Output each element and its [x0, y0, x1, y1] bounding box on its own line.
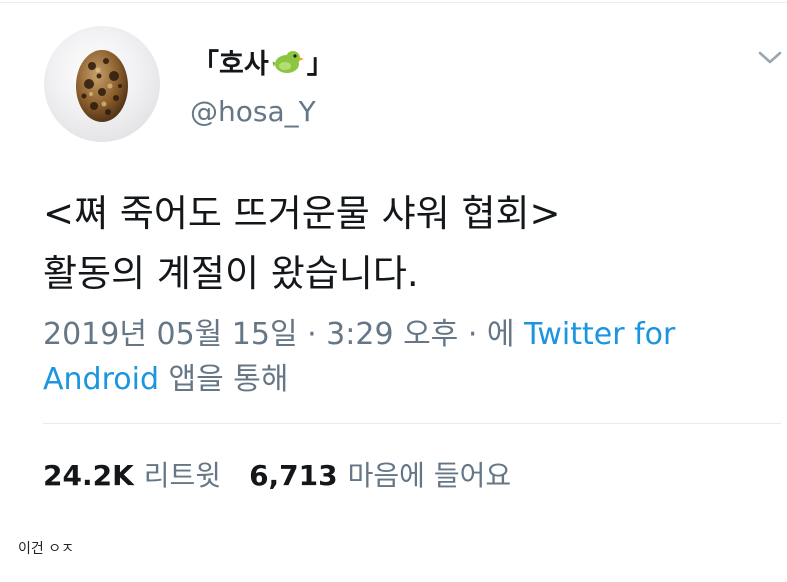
bird-icon: [271, 47, 305, 77]
source-link-part2: Android: [43, 362, 159, 397]
user-handle[interactable]: @hosa_Y: [190, 95, 316, 128]
tweet-stats: 24.2K 리트윗 6,713 마음에 들어요: [43, 454, 511, 494]
likes-label[interactable]: 마음에 들어요: [348, 454, 511, 494]
retweets-count[interactable]: 24.2K: [43, 459, 134, 492]
caption-text: 이건 ㅇㅈ: [18, 541, 74, 557]
tweet-line-2: 활동의 계절이 왔습니다.: [43, 252, 419, 295]
retweets-label[interactable]: 리트윗: [144, 454, 221, 494]
display-name-prefix: 「호사: [192, 49, 269, 80]
egg-avatar-image: [76, 50, 128, 122]
tweet-text: <쪄 죽어도 뜨거운물 샤워 협회> 활동의 계절이 왔습니다.: [43, 184, 763, 304]
top-divider: [0, 2, 787, 3]
source-suffix: 앱을 통해: [159, 362, 289, 397]
likes-count[interactable]: 6,713: [249, 459, 338, 492]
chevron-down-icon[interactable]: [757, 46, 783, 68]
tweet-meta: 2019년 05월 15일 · 3:29 오후 · 에 Twitter for A…: [43, 312, 763, 402]
display-name-suffix: 」: [306, 49, 334, 80]
avatar[interactable]: [44, 26, 160, 142]
display-name[interactable]: 「호사 」: [192, 42, 334, 81]
tweet-line-1: <쪄 죽어도 뜨거운물 샤워 협회>: [43, 192, 561, 235]
stats-divider: [43, 423, 781, 424]
source-link-part1: Twitter for: [524, 317, 676, 352]
tweet-datetime[interactable]: 2019년 05월 15일 · 3:29 오후 · 에: [43, 317, 524, 352]
